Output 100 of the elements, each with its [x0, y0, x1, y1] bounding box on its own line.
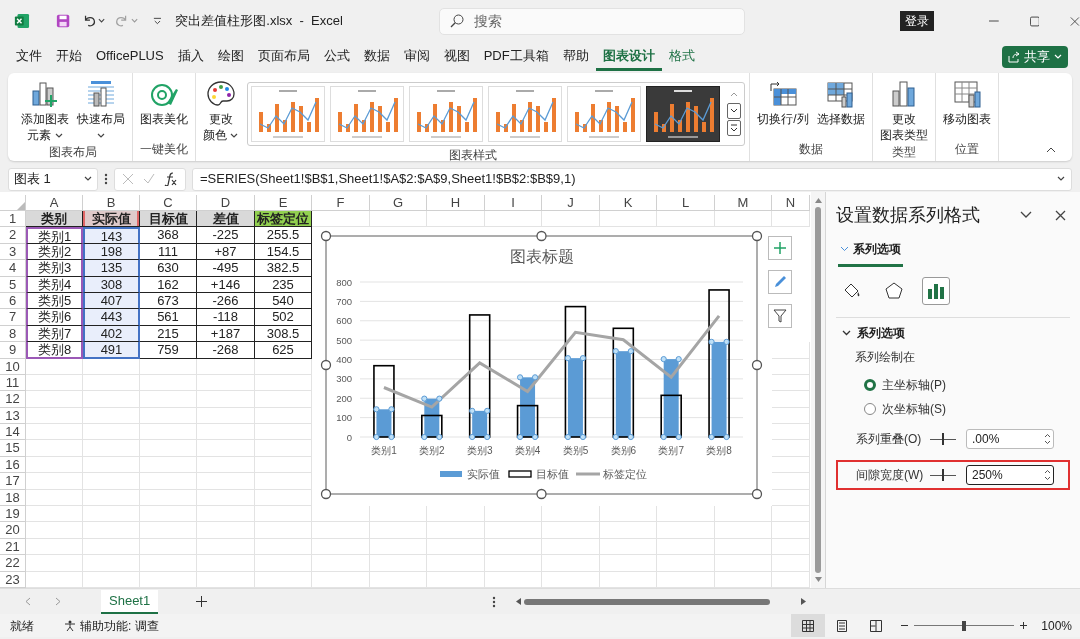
row-header[interactable]: 11	[0, 374, 26, 392]
slider-thumb[interactable]	[962, 620, 967, 631]
table-cell[interactable]	[140, 374, 197, 392]
column-header[interactable]: J	[542, 195, 600, 211]
table-cell[interactable]	[140, 473, 197, 490]
table-cell[interactable]	[26, 522, 83, 539]
point-handle[interactable]	[627, 348, 634, 355]
add-sheet-icon[interactable]	[196, 596, 208, 607]
table-cell[interactable]	[140, 407, 197, 425]
previous-sheet-icon[interactable]	[25, 597, 31, 606]
ribbon-button[interactable]: 快速布局	[74, 77, 128, 143]
row-header[interactable]: 10	[0, 358, 26, 375]
table-cell[interactable]	[255, 555, 312, 572]
table-cell[interactable]	[26, 538, 83, 556]
table-cell[interactable]	[255, 489, 312, 507]
table-cell[interactable]	[772, 522, 810, 539]
menu-tab[interactable]: 插入	[170, 43, 211, 71]
zoom-slider[interactable]	[914, 619, 1015, 632]
radio-button[interactable]	[864, 379, 876, 391]
table-cell[interactable]	[312, 522, 370, 539]
table-cell[interactable]	[83, 538, 140, 556]
table-cell[interactable]	[715, 571, 772, 588]
table-cell[interactable]	[312, 506, 370, 523]
table-cell[interactable]	[255, 506, 312, 523]
table-cell[interactable]	[312, 211, 370, 228]
table-cell[interactable]: 235	[255, 276, 312, 293]
table-cell[interactable]	[255, 522, 312, 539]
table-cell[interactable]: -266	[197, 292, 255, 310]
sheet-tab[interactable]: Sheet1	[101, 589, 159, 614]
point-handle[interactable]	[484, 407, 491, 414]
point-handle[interactable]	[612, 348, 619, 355]
table-cell[interactable]	[715, 522, 772, 539]
login-button[interactable]: 登录	[899, 11, 934, 31]
table-cell[interactable]	[485, 571, 542, 588]
row-header[interactable]: 16	[0, 456, 26, 474]
table-cell[interactable]	[657, 538, 715, 556]
table-cell[interactable]	[715, 538, 772, 556]
row-header[interactable]: 4	[0, 260, 26, 277]
row-header[interactable]: 2	[0, 227, 26, 244]
table-cell[interactable]	[370, 522, 427, 539]
table-cell[interactable]	[657, 571, 715, 588]
row-header[interactable]: 17	[0, 473, 26, 490]
table-cell[interactable]	[197, 407, 255, 425]
table-cell[interactable]	[140, 506, 197, 523]
point-handle[interactable]	[436, 395, 443, 402]
menu-tab[interactable]: 公式	[316, 43, 357, 71]
table-cell[interactable]: 502	[255, 309, 312, 326]
table-cell[interactable]	[83, 424, 140, 441]
table-cell[interactable]	[715, 211, 772, 228]
table-cell[interactable]	[197, 555, 255, 572]
table-cell[interactable]	[600, 211, 657, 228]
table-cell[interactable]: 162	[140, 276, 197, 293]
table-cell[interactable]	[26, 440, 83, 457]
undo-icon[interactable]	[82, 13, 97, 29]
ribbon-button[interactable]: 图表美化	[137, 77, 191, 127]
row-header[interactable]: 9	[0, 342, 26, 359]
header-cell[interactable]: 类别	[26, 211, 83, 228]
collapse-ribbon-button[interactable]	[1044, 145, 1058, 155]
ribbon-button[interactable]: 切换行/列	[754, 77, 812, 127]
scroll-right-icon[interactable]	[801, 598, 807, 605]
row-header[interactable]: 19	[0, 506, 26, 523]
table-cell[interactable]	[83, 522, 140, 539]
column-header[interactable]: H	[427, 195, 485, 211]
row-header[interactable]: 22	[0, 555, 26, 572]
table-cell[interactable]	[542, 555, 600, 572]
table-cell[interactable]: 561	[140, 309, 197, 326]
table-cell[interactable]	[600, 506, 657, 523]
table-cell[interactable]	[542, 522, 600, 539]
section-header[interactable]: 系列选项	[826, 324, 1080, 342]
column-header[interactable]: I	[485, 195, 542, 211]
scroll-down-icon[interactable]	[814, 577, 822, 582]
table-cell[interactable]	[83, 506, 140, 523]
table-cell[interactable]	[370, 538, 427, 556]
table-cell[interactable]	[26, 407, 83, 425]
table-cell[interactable]: -268	[197, 342, 255, 359]
more-styles-button[interactable]	[727, 120, 742, 136]
table-cell[interactable]: 135	[83, 260, 140, 277]
point-handle[interactable]	[708, 338, 715, 345]
table-cell[interactable]	[485, 522, 542, 539]
radio-button[interactable]	[864, 403, 876, 415]
row-header[interactable]: 6	[0, 292, 26, 310]
table-cell[interactable]	[772, 391, 810, 408]
select-all-corner[interactable]	[0, 195, 26, 211]
table-cell[interactable]	[370, 555, 427, 572]
normal-view-button[interactable]	[791, 614, 826, 637]
table-cell[interactable]	[26, 571, 83, 588]
table-cell[interactable]	[197, 489, 255, 507]
next-sheet-icon[interactable]	[55, 597, 61, 606]
table-cell[interactable]	[26, 358, 83, 375]
menu-tab[interactable]: 视图	[436, 43, 477, 71]
save-icon[interactable]	[55, 13, 71, 29]
table-cell[interactable]	[255, 374, 312, 392]
table-cell[interactable]	[197, 424, 255, 441]
table-cell[interactable]: -225	[197, 227, 255, 244]
table-cell[interactable]	[255, 440, 312, 457]
menu-tab[interactable]: 页面布局	[250, 43, 317, 71]
table-cell[interactable]	[255, 424, 312, 441]
slider[interactable]	[930, 433, 956, 445]
table-cell[interactable]	[83, 456, 140, 474]
maximize-icon[interactable]	[1029, 15, 1040, 27]
